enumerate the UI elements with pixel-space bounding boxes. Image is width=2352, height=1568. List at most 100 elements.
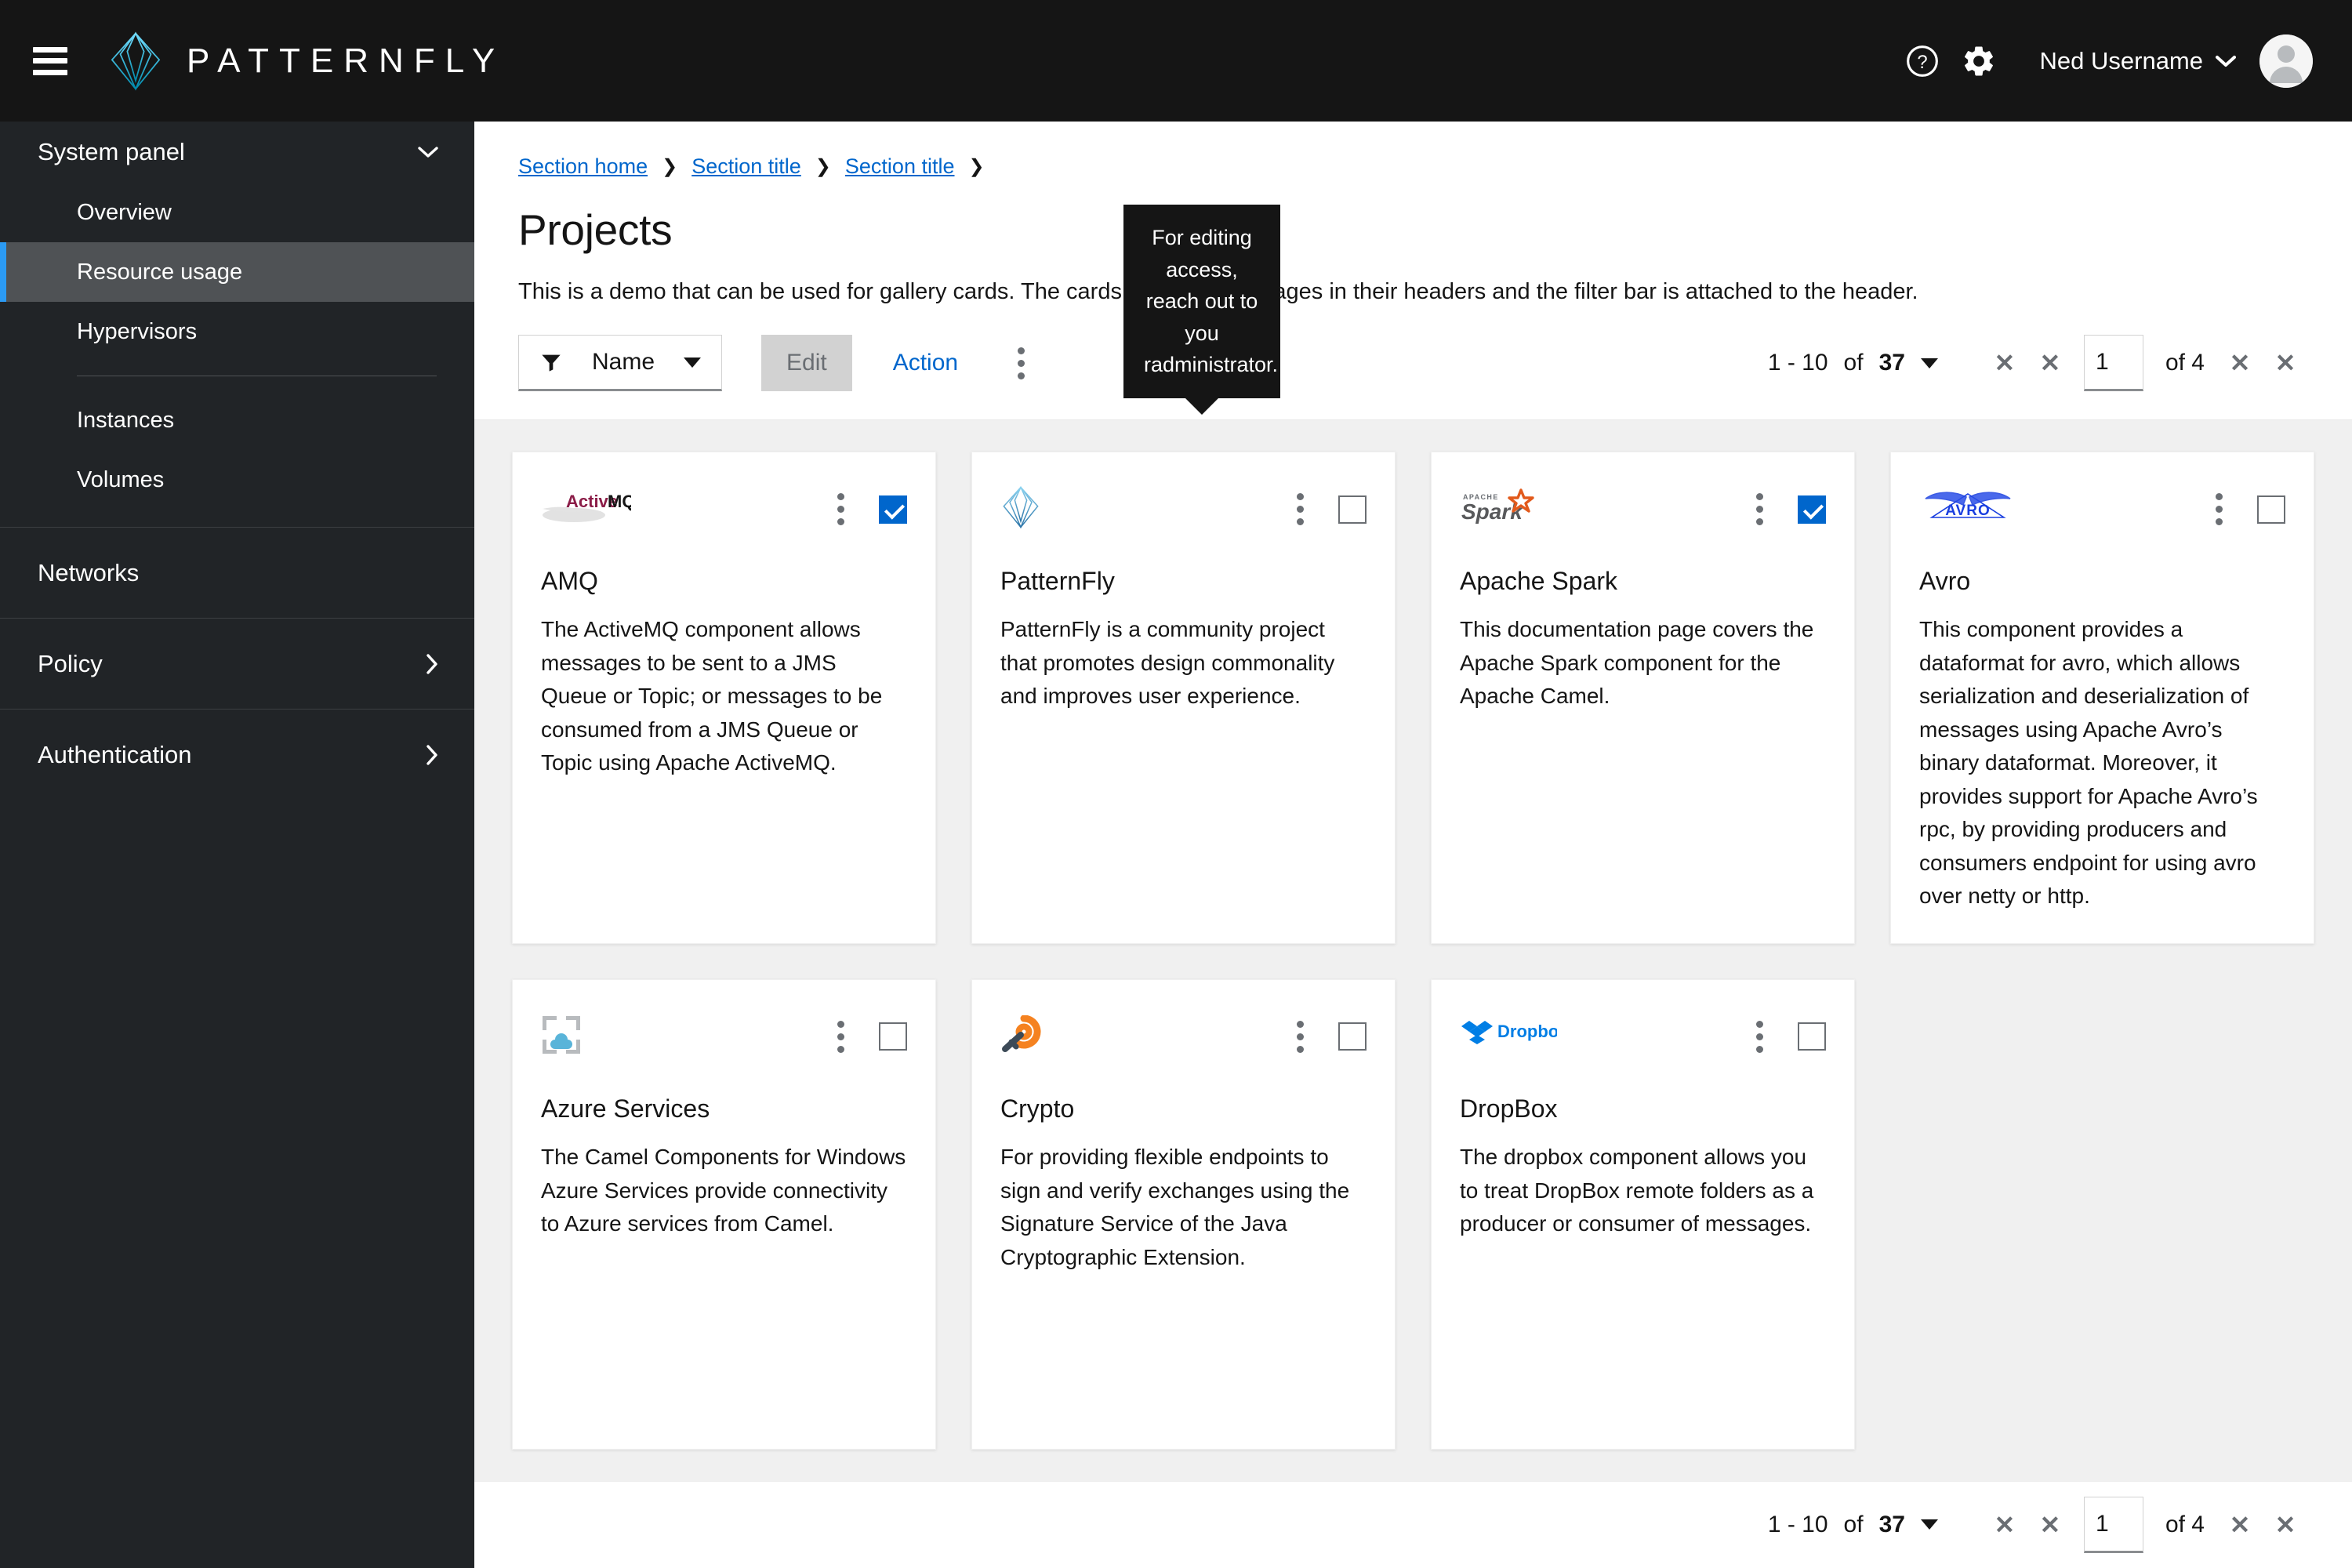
card-title: Avro [1919, 567, 1971, 596]
activemq-logo-icon: Active MQ [541, 485, 631, 529]
breadcrumb: Section home ❯ Section title ❯ Section t… [518, 154, 2308, 179]
sidebar-subitems: Overview Resource usage Hypervisors Inst… [0, 183, 474, 527]
sidebar-item-overview[interactable]: Overview [0, 183, 474, 242]
chevron-down-icon [684, 357, 701, 368]
sidebar-item-policy[interactable]: Policy [0, 618, 474, 709]
chevron-right-icon [426, 744, 437, 765]
card-select-checkbox[interactable] [879, 1022, 907, 1051]
sidebar-item-label: Authentication [38, 740, 192, 768]
sidebar-item-label: Instances [77, 407, 175, 433]
card-kebab-button[interactable] [1748, 488, 1771, 530]
pagination-first-button[interactable]: ✕ [1982, 1501, 2027, 1549]
card-select-checkbox[interactable] [1798, 495, 1826, 524]
apache-spark-logo-icon: APACHE Spark [1460, 485, 1548, 529]
card-header: Active MQ [541, 485, 907, 534]
toolbar: For editing access, reach out to you rad… [474, 205, 2352, 420]
sidebar-item-authentication[interactable]: Authentication [0, 709, 474, 800]
settings-button[interactable] [1951, 33, 2007, 89]
pagination-first-button[interactable]: ✕ [1982, 339, 2027, 387]
breadcrumb-item-0[interactable]: Section home [518, 154, 648, 179]
card-header: AVRO [1919, 485, 2285, 534]
pagination-nav: ✕ ✕ of 4 ✕ ✕ [1982, 1496, 2308, 1553]
pagination-summary-toggle[interactable]: 1 - 10 of 37 [1768, 350, 1938, 376]
card-kebab-button[interactable] [1748, 1016, 1771, 1058]
filter-select[interactable]: Name [518, 335, 722, 392]
username-label: Ned Username [2039, 46, 2203, 74]
avatar[interactable] [2259, 34, 2313, 88]
card-select-checkbox[interactable] [1798, 1022, 1826, 1051]
patternfly-logo-icon [1000, 485, 1041, 529]
card-kebab-button[interactable] [1289, 1016, 1312, 1058]
pagination-next-button[interactable]: ✕ [2217, 339, 2263, 387]
card-kebab-button[interactable] [829, 488, 852, 530]
card-apache-spark[interactable]: APACHE Spark Apache Spark This documenta… [1431, 452, 1855, 944]
help-button[interactable]: ? [1894, 33, 1951, 89]
card-gallery: Active MQ AMQ The ActiveMQ component all… [512, 452, 2314, 1450]
chevron-down-icon [2216, 55, 2236, 67]
card-header [1000, 1013, 1367, 1062]
card-kebab-button[interactable] [2208, 488, 2230, 530]
breadcrumb-item-1[interactable]: Section title [691, 154, 801, 179]
page-title: Projects [518, 205, 673, 254]
filter-select-label: Name [591, 349, 655, 376]
sidebar-item-networks[interactable]: Networks [0, 527, 474, 618]
svg-text:Dropbox: Dropbox [1497, 1022, 1557, 1041]
pagination-of-word: of [1843, 350, 1864, 376]
sidebar-item-label: Hypervisors [77, 318, 198, 344]
pagination-last-button[interactable]: ✕ [2263, 339, 2308, 387]
sidebar-item-hypervisors[interactable]: Hypervisors [0, 302, 474, 361]
edit-button[interactable]: Edit [761, 335, 852, 392]
pagination-page-input[interactable] [2083, 335, 2143, 392]
breadcrumb-item-2[interactable]: Section title [845, 154, 955, 179]
breadcrumb-separator-icon: ❯ [815, 156, 831, 177]
card-select-checkbox[interactable] [2257, 495, 2285, 524]
toolbar-kebab-button[interactable] [997, 335, 1044, 391]
pagination-summary-toggle[interactable]: 1 - 10 of 37 [1768, 1512, 1938, 1538]
pagination-prev-button[interactable]: ✕ [2027, 339, 2073, 387]
pagination-prev-button[interactable]: ✕ [2027, 1501, 2073, 1549]
sidebar-group-label: System panel [38, 138, 185, 165]
card-avro[interactable]: AVRO Avro This component provides a data… [1890, 452, 2314, 944]
chevron-right-icon [426, 653, 437, 674]
sidebar-group-system-panel[interactable]: System panel [0, 122, 474, 183]
card-actions [1748, 1016, 1826, 1058]
card-select-checkbox[interactable] [1338, 495, 1367, 524]
sidebar-item-label: Volumes [77, 466, 165, 492]
global-nav-toggle-icon[interactable] [33, 46, 67, 75]
user-menu-button[interactable]: Ned Username [2040, 47, 2236, 75]
card-kebab-button[interactable] [1289, 488, 1312, 530]
card-select-checkbox[interactable] [1338, 1022, 1367, 1051]
action-button[interactable]: Action [880, 335, 971, 391]
card-header [541, 1013, 907, 1062]
sidebar-item-resource-usage[interactable]: Resource usage [0, 242, 474, 302]
card-kebab-button[interactable] [829, 1016, 852, 1058]
dropbox-logo-icon: Dropbox [1460, 1013, 1557, 1057]
card-body: PatternFly is a community project that p… [1000, 617, 1335, 709]
card-patternfly[interactable]: PatternFly PatternFly is a community pro… [971, 452, 1396, 944]
sidebar-item-label: Networks [38, 558, 140, 586]
sidebar-item-instances[interactable]: Instances [0, 390, 474, 450]
card-body: For providing flexible endpoints to sign… [1000, 1144, 1350, 1269]
kebab-icon [1017, 347, 1025, 379]
card-header: Dropbox [1460, 1013, 1826, 1062]
page-header: Section home ❯ Section title ❯ Section t… [474, 122, 2352, 309]
sidebar-item-volumes[interactable]: Volumes [0, 450, 474, 510]
breadcrumb-separator-icon: ❯ [662, 156, 678, 177]
pagination-bottom: 1 - 10 of 37 ✕ ✕ of 4 ✕ ✕ [1768, 1496, 2308, 1553]
card-actions [2208, 488, 2285, 530]
pagination-page-total: of 4 [2165, 350, 2205, 376]
card-dropbox[interactable]: Dropbox DropBox The dropbox component al… [1431, 978, 1855, 1450]
card-actions [1289, 488, 1367, 530]
card-crypto[interactable]: Crypto For providing flexible endpoints … [971, 978, 1396, 1450]
pagination-page-input[interactable] [2083, 1496, 2143, 1553]
pagination-next-button[interactable]: ✕ [2217, 1501, 2263, 1549]
pagination-range: 1 - 10 [1767, 350, 1828, 376]
card-amq[interactable]: Active MQ AMQ The ActiveMQ component all… [512, 452, 936, 944]
card-azure-services[interactable]: Azure Services The Camel Components for … [512, 978, 936, 1450]
svg-text:MQ: MQ [608, 492, 631, 511]
help-icon: ? [1906, 45, 1938, 77]
card-select-checkbox[interactable] [879, 495, 907, 524]
pagination-last-button[interactable]: ✕ [2263, 1501, 2308, 1549]
card-title: DropBox [1460, 1094, 1558, 1123]
brand[interactable]: PATTERNFLY [107, 31, 505, 92]
